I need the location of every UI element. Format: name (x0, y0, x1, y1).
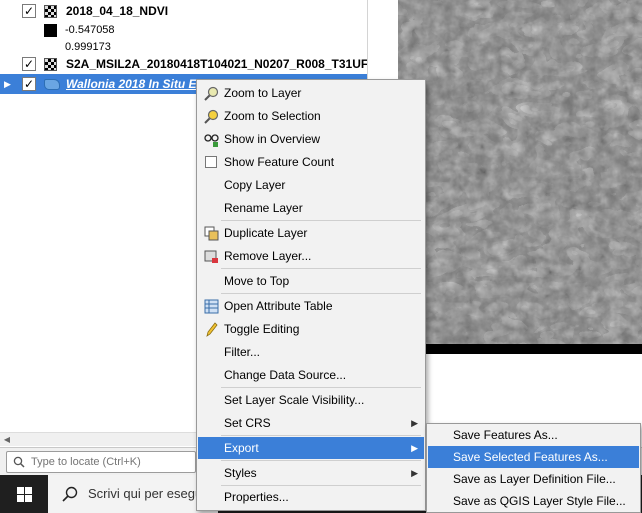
menu-item-label: Duplicate Layer (224, 226, 308, 240)
polygon-layer-icon (44, 79, 60, 90)
submenu-arrow-icon: ▶ (411, 468, 418, 478)
scroll-left-icon[interactable]: ◀ (0, 433, 14, 447)
menu-item-label: Properties... (224, 490, 289, 504)
menu-item-label: Copy Layer (224, 178, 286, 192)
menu-item-save-layer-definition[interactable]: Save as Layer Definition File... (428, 468, 639, 490)
layer-name: 2018_04_18_NDVI (66, 4, 169, 18)
menu-item-save-layer-style[interactable]: Save as QGIS Layer Style File... (428, 490, 639, 512)
menu-item-remove-layer[interactable]: Remove Layer... (198, 245, 424, 267)
layer-visibility-checkbox[interactable]: ✓ (22, 4, 36, 18)
menu-item-change-data-source[interactable]: Change Data Source... (198, 364, 424, 386)
menu-item-save-features-as[interactable]: Save Features As... (428, 424, 639, 446)
remove-icon (204, 250, 218, 263)
menu-item-label: Export (224, 441, 259, 455)
legend-value: 0.999173 (65, 41, 111, 53)
menu-separator (221, 293, 421, 294)
zoom-layer-icon (204, 86, 219, 101)
zoom-selection-icon (204, 109, 219, 124)
menu-item-copy-layer[interactable]: Copy Layer (198, 174, 424, 196)
menu-item-label: Filter... (224, 345, 261, 359)
menu-item-save-selected-features-as[interactable]: Save Selected Features As... (428, 446, 639, 468)
layer-context-menu: Zoom to Layer Zoom to Selection Show in … (196, 79, 426, 511)
start-button[interactable] (0, 475, 48, 513)
legend-item-min: -0.547058 (44, 21, 115, 39)
menu-item-label: Save as QGIS Layer Style File... (453, 494, 626, 508)
menu-separator (221, 268, 421, 269)
menu-item-open-attribute-table[interactable]: Open Attribute Table (198, 295, 424, 317)
menu-item-label: Save as Layer Definition File... (453, 472, 616, 486)
menu-item-label: Show in Overview (224, 132, 321, 146)
menu-item-label: Change Data Source... (224, 368, 347, 382)
layer-row-s2a[interactable]: ✓ S2A_MSIL2A_20180418T104021_N0207_R008_… (0, 54, 368, 74)
menu-item-duplicate-layer[interactable]: Duplicate Layer (198, 222, 424, 244)
satellite-texture (398, 0, 642, 344)
menu-item-zoom-to-layer[interactable]: Zoom to Layer (198, 82, 424, 104)
menu-separator (221, 220, 421, 221)
menu-item-show-feature-count[interactable]: Show Feature Count (198, 151, 424, 173)
expand-icon[interactable]: ▶ (4, 74, 14, 94)
pencil-icon (206, 322, 218, 337)
locator-bar[interactable] (6, 451, 196, 473)
menu-item-move-to-top[interactable]: Move to Top (198, 270, 424, 292)
taskbar-search-box[interactable]: Scrivi qui per esegu (48, 475, 218, 513)
legend-swatch (44, 40, 57, 54)
menu-item-label: Show Feature Count (224, 155, 335, 169)
windows-logo-icon (17, 487, 32, 502)
menu-separator (221, 460, 421, 461)
menu-item-set-crs[interactable]: Set CRS ▶ (198, 412, 424, 434)
layer-visibility-checkbox[interactable]: ✓ (22, 77, 36, 91)
duplicate-icon (204, 226, 219, 241)
satellite-raster-image (398, 0, 642, 344)
menu-item-label: Zoom to Layer (224, 86, 302, 100)
layer-visibility-checkbox[interactable]: ✓ (22, 57, 36, 71)
menu-item-label: Set Layer Scale Visibility... (224, 393, 365, 407)
menu-item-label: Set CRS (224, 416, 271, 430)
overview-icon (204, 134, 219, 147)
submenu-arrow-icon: ▶ (411, 443, 418, 453)
legend-swatch (44, 23, 57, 37)
layer-row-ndvi[interactable]: ✓ 2018_04_18_NDVI (0, 1, 367, 21)
feature-count-checkbox[interactable] (205, 156, 217, 168)
menu-item-label: Styles (224, 466, 257, 480)
menu-item-scale-visibility[interactable]: Set Layer Scale Visibility... (198, 389, 424, 411)
menu-item-label: Toggle Editing (224, 322, 300, 336)
menu-item-label: Zoom to Selection (224, 109, 321, 123)
menu-item-label: Remove Layer... (224, 249, 312, 263)
menu-item-label: Rename Layer (224, 201, 303, 215)
submenu-arrow-icon: ▶ (411, 418, 418, 428)
menu-item-label: Save Selected Features As... (453, 450, 608, 464)
export-submenu: Save Features As... Save Selected Featur… (426, 423, 641, 513)
menu-item-label: Move to Top (224, 274, 290, 288)
legend-value: -0.547058 (65, 24, 115, 36)
raster-layer-icon (44, 58, 57, 71)
menu-item-show-in-overview[interactable]: Show in Overview (198, 128, 424, 150)
menu-item-properties[interactable]: Properties... (198, 486, 424, 508)
menu-item-filter[interactable]: Filter... (198, 341, 424, 363)
menu-item-zoom-to-selection[interactable]: Zoom to Selection (198, 105, 424, 127)
locator-input[interactable] (31, 454, 191, 470)
menu-item-label: Save Features As... (453, 428, 558, 442)
search-icon (13, 456, 25, 468)
menu-item-label: Open Attribute Table (224, 299, 333, 313)
menu-separator (221, 387, 421, 388)
map-nodata-strip (398, 344, 642, 354)
menu-item-export[interactable]: Export ▶ (198, 437, 424, 459)
taskbar-search-text: Scrivi qui per esegu (88, 486, 203, 501)
menu-item-rename-layer[interactable]: Rename Layer (198, 197, 424, 219)
menu-separator (221, 435, 421, 436)
raster-layer-icon (44, 5, 57, 18)
search-icon (62, 486, 78, 502)
menu-item-toggle-editing[interactable]: Toggle Editing (198, 318, 424, 340)
menu-item-styles[interactable]: Styles ▶ (198, 462, 424, 484)
layer-name: S2A_MSIL2A_20180418T104021_N0207_R008_T3… (66, 57, 368, 71)
table-icon (204, 299, 219, 314)
